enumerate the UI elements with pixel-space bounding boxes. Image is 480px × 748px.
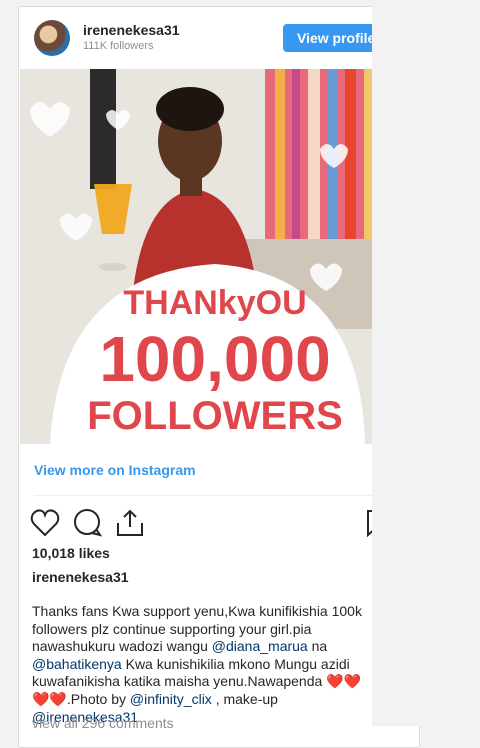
view-more-link[interactable]: View more on Instagram: [34, 462, 196, 478]
action-bar: [30, 507, 390, 546]
avatar[interactable]: [34, 20, 70, 56]
post-photo-illustration: THANkyOU 100,000 FOLLOWERS: [20, 69, 380, 444]
like-count[interactable]: 10,018 likes: [32, 545, 110, 561]
caption-author[interactable]: irenenekesa31: [32, 569, 129, 585]
banner-count: 100,000: [99, 323, 330, 395]
username[interactable]: irenenekesa31: [83, 22, 180, 38]
mention-diana-marua[interactable]: @diana_marua: [212, 638, 308, 654]
divider: [34, 495, 394, 496]
follower-count: 111K followers: [83, 40, 154, 52]
mention-infinity-clix[interactable]: @infinity_clix: [130, 691, 212, 707]
heart-icon[interactable]: [30, 509, 60, 537]
caption-text: , make-up: [211, 690, 278, 707]
comment-icon[interactable]: [74, 509, 103, 537]
mention-bahatikenya[interactable]: @bahatikenya: [32, 656, 122, 672]
view-comments-link[interactable]: view all 296 comments: [32, 715, 174, 731]
banner-followers: FOLLOWERS: [87, 394, 343, 438]
caption: Thanks fans Kwa support yenu,Kwa kunifik…: [32, 603, 377, 726]
speaker: [90, 69, 116, 189]
share-icon[interactable]: [117, 509, 143, 536]
post-header: irenenekesa31 111K followers View profil…: [19, 7, 419, 69]
instagram-embed: irenenekesa31 111K followers View profil…: [18, 6, 420, 748]
post-image[interactable]: THANkyOU 100,000 FOLLOWERS: [20, 69, 380, 444]
banner-thankyou: THANkyOU: [123, 284, 306, 322]
page-background: [372, 0, 480, 726]
caption-text: na: [307, 638, 328, 655]
